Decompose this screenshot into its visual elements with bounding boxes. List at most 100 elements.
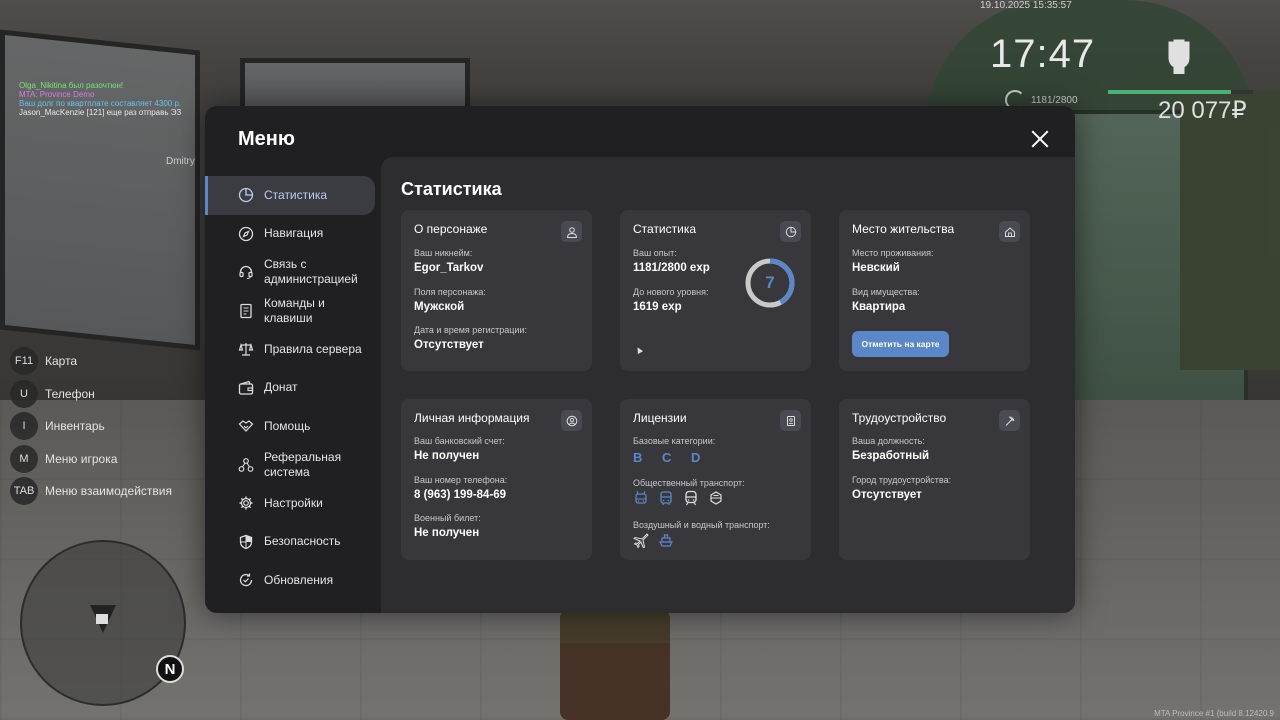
nav-label: Донат: [264, 380, 298, 395]
hotkey-map[interactable]: F11 Карта: [10, 345, 172, 378]
pickaxe-icon: [999, 410, 1020, 431]
public-transport-icons: [633, 490, 724, 506]
card-employment: Трудоустройство Ваша должность: Безработ…: [839, 399, 1030, 560]
menu-sidebar: Статистика Навигация Связь с администрац…: [205, 176, 381, 600]
key-label: Меню взаимодействия: [45, 484, 172, 499]
menu-title: Меню: [238, 128, 295, 150]
card-title: Статистика: [633, 222, 697, 236]
fist-icon: [1163, 38, 1195, 75]
mark-on-map-button[interactable]: Отметить на карте: [852, 331, 949, 357]
exp-value: 1181/2800 exp: [633, 262, 710, 274]
train-icon: [683, 490, 699, 506]
field-label: Ваша должность:: [852, 436, 925, 446]
nav-label: Связь с администрацией: [264, 257, 358, 287]
key-badge: M: [10, 444, 38, 473]
nickname-value: Egor_Tarkov: [414, 262, 484, 274]
nav-admin-contact[interactable]: Связь с администрацией: [205, 253, 381, 292]
card-title: Личная информация: [414, 411, 530, 425]
field-label: Общественный транспорт:: [633, 478, 745, 488]
north-indicator: N: [156, 655, 184, 683]
content-panel: Статистика О персонаже Ваш никнейм: Egor…: [381, 157, 1075, 613]
chat-line: Jason_MacKenzie [121] еще раз отправь ЭЗ: [19, 108, 182, 117]
nav-settings[interactable]: Настройки: [205, 484, 381, 523]
field-label: Вид имущества:: [852, 287, 920, 297]
user-circle-icon: [561, 410, 582, 431]
nav-statistics[interactable]: Статистика: [205, 176, 375, 215]
card-statistics: Статистика Ваш опыт: 1181/2800 exp До но…: [620, 210, 811, 371]
nav-rules[interactable]: Правила сервера: [205, 330, 381, 369]
sex-value: Мужской: [414, 301, 465, 313]
nav-label: Статистика: [264, 187, 328, 202]
chat-line: Ваш долг по квартплате составляет 4300 р…: [19, 99, 182, 108]
key-badge: TAB: [10, 477, 38, 506]
nav-updates[interactable]: Обновления: [205, 561, 381, 600]
mouse-cursor-icon: [634, 345, 644, 355]
bank-account-value: Не получен: [414, 450, 480, 462]
hotkey-interaction-menu[interactable]: TAB Меню взаимодействия: [10, 475, 172, 508]
field-label: Дата и время регистрации:: [414, 325, 527, 335]
field-label: Место проживания:: [852, 248, 934, 258]
key-label: Инвентарь: [45, 419, 105, 434]
job-city-value: Отсутствует: [852, 489, 922, 501]
air-water-transport-icons: [633, 532, 674, 549]
pie-chart-icon: [780, 221, 801, 242]
key-badge: U: [10, 379, 38, 408]
nav-commands[interactable]: Команды и клавиши: [205, 292, 381, 331]
card-licenses: Лицензии Базовые категории: B C D Общест…: [620, 399, 811, 560]
nav-label: Безопасность: [264, 534, 341, 549]
chat-line: MTA: Province Demo: [19, 90, 95, 99]
hotkey-player-menu[interactable]: M Меню игрока: [10, 443, 172, 476]
badge-icon: [780, 410, 801, 431]
key-badge: F11: [10, 347, 38, 376]
registration-value: Отсутствует: [414, 339, 484, 351]
nav-label: Навигация: [264, 226, 324, 241]
card-residence: Место жительства Место проживания: Невск…: [839, 210, 1030, 371]
military-id-value: Не получен: [414, 527, 480, 539]
key-label: Телефон: [45, 386, 95, 401]
license-categories: B C D: [633, 450, 709, 465]
nav-donate[interactable]: Донат: [205, 369, 381, 408]
hotkey-inventory[interactable]: I Инвентарь: [10, 410, 172, 443]
level-value: 7: [765, 273, 775, 292]
field-label: Ваш банковский счет:: [414, 436, 505, 446]
nav-label: Обновления: [264, 572, 334, 587]
nav-label: Команды и клавиши: [264, 295, 325, 325]
content-title: Статистика: [401, 179, 502, 199]
key-badge: I: [10, 412, 38, 441]
hud-money: 20 077₽: [1158, 97, 1247, 124]
boat-icon: [658, 532, 674, 548]
card-title: Место жительства: [852, 222, 955, 236]
home-icon: [999, 221, 1020, 242]
nav-navigation[interactable]: Навигация: [205, 215, 381, 254]
hud-date: 19.10.2025 15:35:57: [980, 0, 1072, 11]
hud-exp: 1181/2800: [1031, 95, 1078, 106]
headset-icon: [237, 263, 255, 281]
wallet-icon: [237, 379, 255, 397]
user-icon: [561, 221, 582, 242]
nav-referral[interactable]: Реферальная система: [205, 446, 381, 485]
field-label: Ваш никнейм:: [414, 248, 473, 258]
nav-help[interactable]: Помощь: [205, 407, 381, 446]
house-blip-icon: [96, 614, 108, 624]
close-button[interactable]: [1027, 126, 1053, 152]
nav-label: Правила сервера: [264, 341, 362, 356]
handshake-icon: [237, 417, 255, 435]
nav-label: Настройки: [264, 495, 323, 510]
shield-icon: [237, 533, 255, 551]
refresh-check-icon: [237, 571, 255, 589]
field-label: Военный билет:: [414, 513, 481, 523]
card-character: О персонаже Ваш никнейм: Egor_Tarkov Пол…: [401, 210, 592, 371]
nav-security[interactable]: Безопасность: [205, 523, 381, 562]
position-value: Безработный: [852, 450, 930, 462]
nearby-player-name: Dmitry: [166, 156, 195, 167]
chat-line: Olga_Nikitina был разочтюн!: [19, 81, 124, 90]
key-label: Карта: [45, 354, 78, 369]
phone-value: 8 (963) 199-84-69: [414, 489, 507, 501]
field-label: Ваш опыт:: [633, 248, 677, 258]
residence-value: Невский: [852, 262, 900, 274]
compass-icon: [237, 225, 255, 243]
hotkey-list: F11 Карта U Телефон I Инвентарь M Меню и…: [10, 345, 172, 508]
hotkey-phone[interactable]: U Телефон: [10, 378, 172, 411]
document-icon: [237, 302, 255, 320]
field-label: До нового уровня:: [633, 287, 709, 297]
